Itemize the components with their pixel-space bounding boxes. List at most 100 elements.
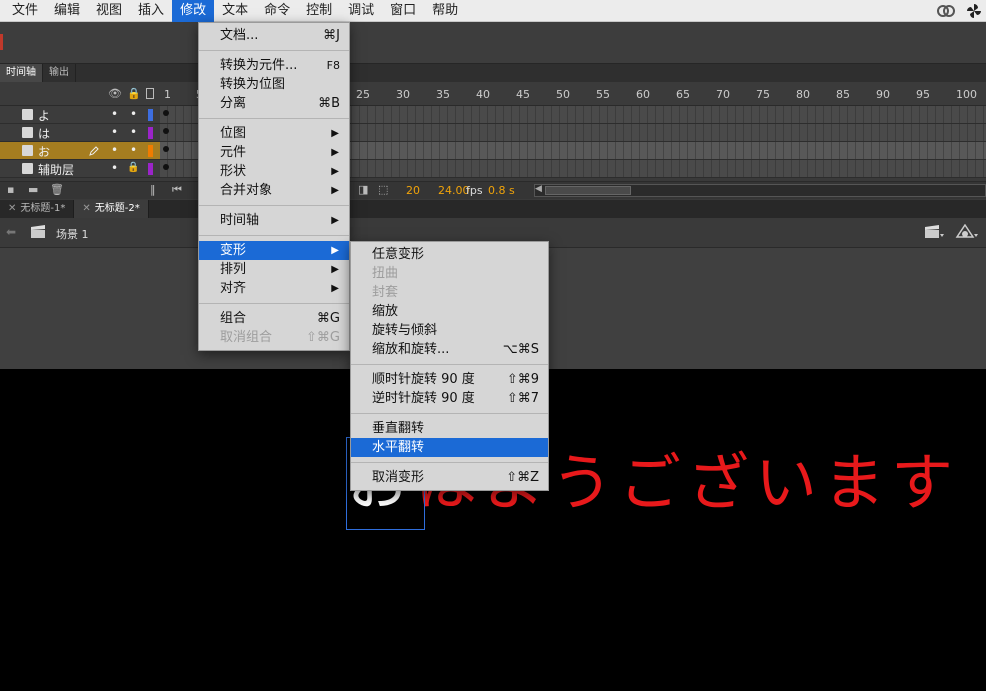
new-layer-icon[interactable]: ▪ xyxy=(7,183,14,196)
menu-item-label: 水平翻转 xyxy=(372,440,425,455)
menu-item-document[interactable]: 文档... ⌘J xyxy=(199,26,349,45)
menu-item-shortcut: ⇧⌘Z xyxy=(506,470,539,485)
menu-item-symbol[interactable]: 元件 ▶ xyxy=(199,143,349,162)
keyframe[interactable] xyxy=(163,164,169,170)
scene-clapper-icon xyxy=(31,225,45,238)
menu-item-flip-vertical[interactable]: 垂直翻转 xyxy=(351,419,548,438)
pinwheel-icon[interactable] xyxy=(966,3,982,19)
eye-icon[interactable]: 👁 xyxy=(108,87,122,100)
close-icon[interactable]: ✕ xyxy=(82,203,90,214)
ruler-tick: 65 xyxy=(676,88,690,101)
menu-item-ungroup[interactable]: 取消组合 ⇧⌘G xyxy=(199,328,349,347)
menu-item-align[interactable]: 对齐 ▶ xyxy=(199,279,349,298)
lock-dot[interactable]: • xyxy=(130,125,137,139)
layer-row[interactable]: よ • • xyxy=(0,106,160,124)
lock-icon[interactable]: 🔒 xyxy=(127,162,139,173)
edit-scene-icon[interactable] xyxy=(924,225,944,239)
first-frame-icon[interactable]: ⏮ xyxy=(172,183,182,197)
menu-edit[interactable]: 编辑 xyxy=(46,0,88,22)
timeline-footer: ▪ ▬ 🗑 ‖ ⏮ ◨ ⬚ 20 24.00 fps 0.8 s ◀ xyxy=(0,181,986,199)
menu-item-remove-transform[interactable]: 取消变形 ⇧⌘Z xyxy=(351,468,548,487)
layer-name: よ xyxy=(38,109,51,123)
menu-item-arrange[interactable]: 排列 ▶ xyxy=(199,260,349,279)
layer-icon xyxy=(22,163,33,174)
lock-icon[interactable]: 🔒 xyxy=(127,87,141,100)
menu-item-bitmap[interactable]: 位图 ▶ xyxy=(199,124,349,143)
menu-item-scale[interactable]: 缩放 xyxy=(351,302,548,321)
menu-window[interactable]: 窗口 xyxy=(382,0,424,22)
submenu-arrow-icon: ▶ xyxy=(331,264,339,275)
layer-color-swatch[interactable] xyxy=(148,145,153,157)
keyframe[interactable] xyxy=(163,128,169,134)
layer-color-swatch[interactable] xyxy=(148,127,153,139)
back-arrow-icon[interactable]: ⬅ xyxy=(6,225,16,239)
menu-debug[interactable]: 调试 xyxy=(340,0,382,22)
scroll-thumb[interactable] xyxy=(545,186,631,195)
tool-indicator xyxy=(0,34,3,50)
menu-item-scale-rotate[interactable]: 缩放和旋转... ⌥⌘S xyxy=(351,340,548,359)
menu-view[interactable]: 视图 xyxy=(88,0,130,22)
doc-tab-2[interactable]: ✕ 无标题-2* xyxy=(74,200,149,218)
menu-file[interactable]: 文件 xyxy=(0,0,46,22)
lock-dot[interactable]: • xyxy=(130,107,137,121)
outline-icon[interactable] xyxy=(146,88,154,99)
menu-item-label: 扭曲 xyxy=(372,266,399,281)
menu-item-combine-objects[interactable]: 合并对象 ▶ xyxy=(199,181,349,200)
keyframe[interactable] xyxy=(163,146,169,152)
timeline-scrollbar[interactable]: ◀ xyxy=(534,184,986,197)
submenu-arrow-icon: ▶ xyxy=(331,283,339,294)
visibility-dot[interactable]: • xyxy=(111,107,118,121)
delete-layer-icon[interactable]: 🗑 xyxy=(50,183,64,196)
menu-item-label: 转换为位图 xyxy=(220,77,286,92)
menu-item-convert-to-bitmap[interactable]: 转换为位图 xyxy=(199,75,349,94)
fps-value[interactable]: 24.00 xyxy=(438,184,470,197)
layer-name: お xyxy=(38,145,51,159)
layer-row-selected[interactable]: お • • xyxy=(0,142,160,160)
lock-dot[interactable]: • xyxy=(130,143,137,157)
menu-item-distort[interactable]: 扭曲 xyxy=(351,264,548,283)
creative-cloud-icon[interactable] xyxy=(936,4,956,18)
menu-help[interactable]: 帮助 xyxy=(424,0,466,22)
menu-commands[interactable]: 命令 xyxy=(256,0,298,22)
layer-color-swatch[interactable] xyxy=(148,109,153,121)
menu-insert[interactable]: 插入 xyxy=(130,0,172,22)
visibility-dot[interactable]: • xyxy=(111,143,118,157)
menu-item-transform[interactable]: 变形 ▶ xyxy=(199,241,349,260)
layer-row[interactable]: は • • xyxy=(0,124,160,142)
menu-item-label: 合并对象 xyxy=(220,183,273,198)
menu-item-timeline[interactable]: 时间轴 ▶ xyxy=(199,211,349,230)
menu-item-shape[interactable]: 形状 ▶ xyxy=(199,162,349,181)
scroll-left-icon[interactable]: ◀ xyxy=(535,184,542,194)
menu-item-rotate-ccw[interactable]: 逆时针旋转 90 度 ⇧⌘7 xyxy=(351,389,548,408)
doc-tab-1[interactable]: ✕ 无标题-1* xyxy=(0,200,75,218)
menu-control[interactable]: 控制 xyxy=(298,0,340,22)
layer-row[interactable]: 辅助层 • 🔒 xyxy=(0,160,160,178)
onion-skin-icon[interactable]: ◨ xyxy=(358,183,368,196)
tab-timeline[interactable]: 时间轴 xyxy=(0,64,43,82)
layer-color-swatch[interactable] xyxy=(148,163,153,175)
menu-item-rotate-skew[interactable]: 旋转与倾斜 xyxy=(351,321,548,340)
menu-item-rotate-cw[interactable]: 顺时针旋转 90 度 ⇧⌘9 xyxy=(351,370,548,389)
menu-item-break-apart[interactable]: 分离 ⌘B xyxy=(199,94,349,113)
toolbar xyxy=(0,22,986,64)
visibility-dot[interactable]: • xyxy=(111,161,118,175)
menu-item-envelope[interactable]: 封套 xyxy=(351,283,548,302)
keyframe[interactable] xyxy=(163,110,169,116)
ruler-tick: 70 xyxy=(716,88,730,101)
menu-item-label: 取消组合 xyxy=(220,330,273,345)
ruler-tick: 75 xyxy=(756,88,770,101)
new-folder-icon[interactable]: ▬ xyxy=(28,183,38,196)
menu-item-flip-horizontal[interactable]: 水平翻转 xyxy=(351,438,548,457)
edit-multiple-frames-icon[interactable]: ⬚ xyxy=(378,183,388,196)
tab-output[interactable]: 输出 xyxy=(43,64,76,82)
menu-item-free-transform[interactable]: 任意变形 xyxy=(351,245,548,264)
edit-symbol-icon[interactable] xyxy=(955,224,979,240)
splitter-icon[interactable]: ‖ xyxy=(150,183,156,196)
visibility-dot[interactable]: • xyxy=(111,125,118,139)
menu-item-group[interactable]: 组合 ⌘G xyxy=(199,309,349,328)
menu-item-convert-to-symbol[interactable]: 转换为元件... F8 xyxy=(199,56,349,75)
close-icon[interactable]: ✕ xyxy=(8,203,16,214)
menu-modify[interactable]: 修改 xyxy=(172,0,215,22)
menu-item-shortcut: ⌥⌘S xyxy=(502,342,539,357)
menu-text[interactable]: 文本 xyxy=(214,0,256,22)
